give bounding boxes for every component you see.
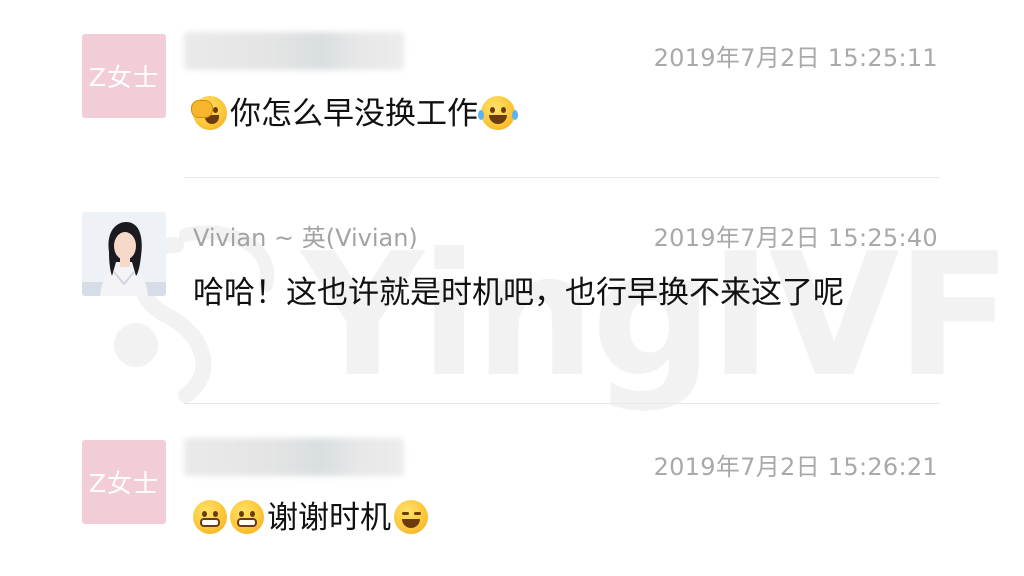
avatar[interactable]: Z女士 [82,440,166,524]
face-palm-emoji-icon [191,96,227,130]
grimacing-emoji-icon [193,500,227,534]
avatar-photo[interactable] [82,212,166,296]
message-timestamp: 2019年7月2日 15:25:40 [653,224,938,252]
chat-history: YingIVF Z女士 2019年7月2日 15:25:11 你怎么早没换工作 [0,0,1024,576]
avatar-label: Z女士 [88,469,160,498]
blurred-sender-name [184,438,404,476]
squinting-laugh-emoji-icon [394,500,428,534]
avatar[interactable]: Z女士 [82,34,166,118]
person-portrait-icon [82,212,166,296]
message-body[interactable]: 谢谢时机 [193,490,943,547]
message-body[interactable]: 你怎么早没换工作 [191,86,943,143]
grimacing-emoji-icon [230,500,264,534]
tears-of-joy-emoji-icon [478,96,518,130]
message-timestamp: 2019年7月2日 15:25:11 [653,44,938,72]
message-divider [184,403,940,404]
message-timestamp: 2019年7月2日 15:26:21 [653,453,938,481]
sender-name[interactable]: Vivian ~ 英(Vivian) [193,218,418,253]
blurred-sender-name [184,32,404,70]
avatar-label: Z女士 [88,63,160,92]
message-text: 你怎么早没换工作 [230,96,478,132]
message-divider [184,177,940,178]
message-text: 哈哈！这也许就是时机吧，也行早换不来这了呢 [193,275,844,311]
message-body[interactable]: 哈哈！这也许就是时机吧，也行早换不来这了呢 [193,265,933,322]
message-text: 谢谢时机 [267,500,391,536]
